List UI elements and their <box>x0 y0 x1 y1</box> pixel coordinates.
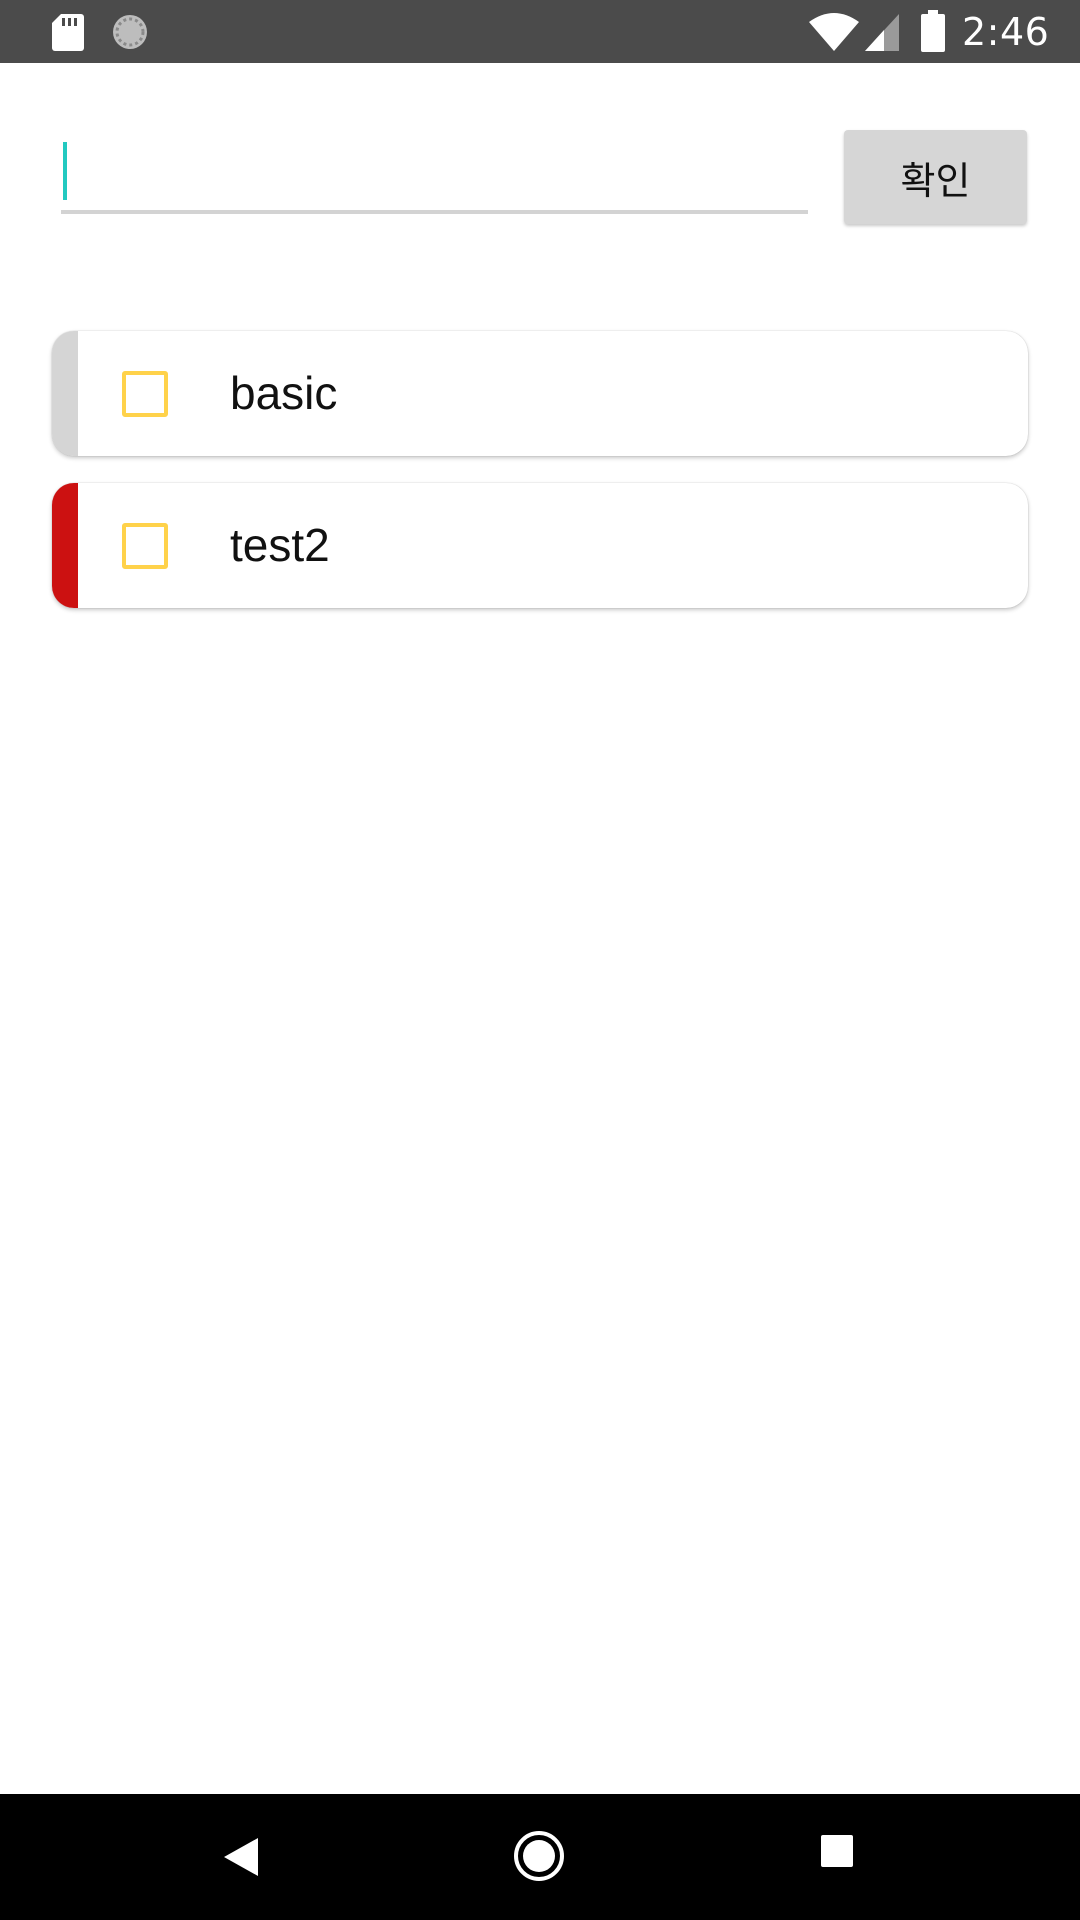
todo-input-wrapper <box>61 134 808 214</box>
todo-list: basic test2 <box>52 331 1028 635</box>
sd-card-icon <box>52 14 84 51</box>
confirm-button[interactable]: 확인 <box>844 130 1027 224</box>
list-item[interactable]: test2 <box>52 483 1028 608</box>
item-checkbox[interactable] <box>122 523 168 569</box>
item-checkbox[interactable] <box>122 371 168 417</box>
battery-icon <box>921 10 945 52</box>
item-label: basic <box>230 367 338 419</box>
item-color-strip <box>52 331 78 456</box>
sync-icon <box>113 15 147 49</box>
text-cursor <box>63 142 67 200</box>
todo-input[interactable] <box>61 134 808 208</box>
status-time: 2:46 <box>962 10 1050 54</box>
wifi-icon <box>809 13 859 51</box>
input-underline <box>61 210 808 214</box>
recents-icon[interactable] <box>820 1834 854 1868</box>
item-label: test2 <box>230 519 330 571</box>
list-item[interactable]: basic <box>52 331 1028 456</box>
back-icon[interactable] <box>216 1832 266 1882</box>
item-color-strip <box>52 483 78 608</box>
navigation-bar <box>0 1794 1080 1920</box>
cell-signal-icon <box>865 14 899 51</box>
app-screen: 2:46 확인 basic test2 <box>0 0 1080 1920</box>
home-icon[interactable] <box>513 1830 565 1882</box>
status-bar: 2:46 <box>0 0 1080 63</box>
